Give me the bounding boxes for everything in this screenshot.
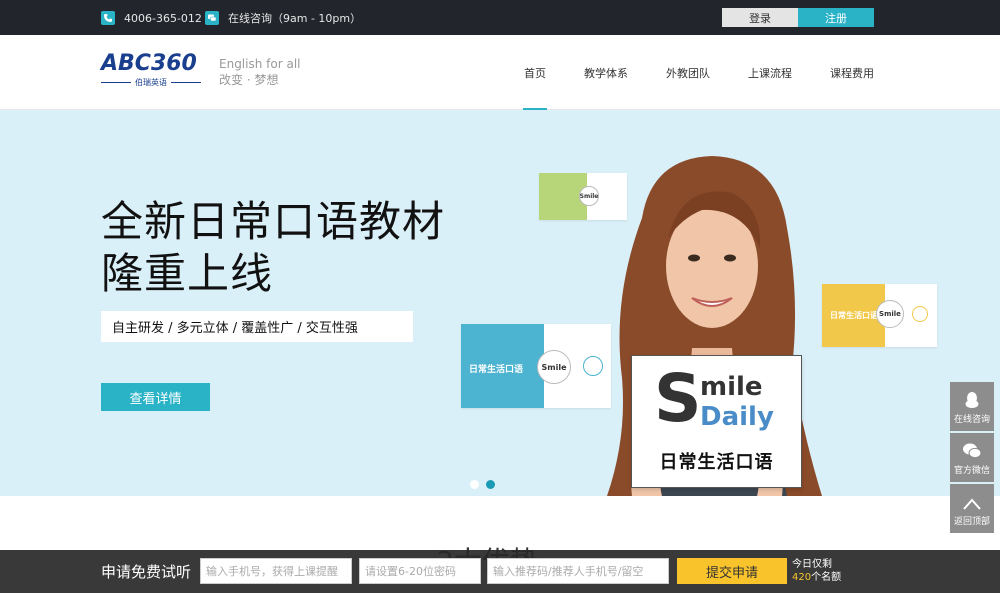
tagline: English for all 改变 · 梦想 [219, 56, 300, 88]
remaining-slots: 今日仅剩 420个名额 [792, 558, 841, 584]
banner-title: 全新日常口语教材 隆重上线 [101, 196, 445, 300]
book-card-title: 日常生活口语 [469, 365, 524, 375]
qq-penguin-icon [965, 392, 979, 408]
hero-banner[interactable]: 全新日常口语教材 隆重上线 自主研发 / 多元立体 / 覆盖性广 / 交互性强 … [0, 110, 1000, 496]
side-online-consult-button[interactable]: 在线咨询 [950, 382, 994, 431]
sign-daily: Daily [700, 402, 774, 432]
free-trial-title: 申请免费试听 [101, 563, 192, 581]
referral-input[interactable]: 输入推荐码/推荐人手机号/留空 [487, 558, 669, 584]
sign-mile: mile [700, 372, 763, 402]
online-consult-link[interactable]: 在线咨询（9am - 10pm） [205, 9, 361, 27]
login-button[interactable]: 登录 [722, 8, 798, 27]
chevron-up-icon [963, 498, 981, 510]
submit-application-button[interactable]: 提交申请 [677, 558, 787, 584]
phone-contact: 4006-365-012 [101, 9, 202, 27]
header: ABC360 伯瑞英语 English for all 改变 · 梦想 首页 教… [0, 35, 1000, 111]
logo[interactable]: ABC360 伯瑞英语 [101, 52, 201, 92]
banner-title-line1: 全新日常口语教材 [101, 197, 446, 246]
top-bar: 4006-365-012 在线咨询（9am - 10pm） 登录 注册 [0, 0, 1000, 35]
banner-title-line2: 隆重上线 [101, 249, 274, 298]
main-nav: 首页 教学体系 外教团队 上课流程 课程费用 [486, 35, 874, 111]
banner-features: 自主研发 / 多元立体 / 覆盖性广 / 交互性强 [101, 311, 413, 342]
side-top-label: 返回顶部 [953, 517, 990, 527]
side-online-label: 在线咨询 [953, 415, 990, 425]
view-details-button[interactable]: 查看详情 [101, 383, 210, 411]
logo-subtitle: 伯瑞英语 [101, 77, 201, 88]
side-back-to-top-button[interactable]: 返回顶部 [950, 484, 994, 533]
carousel-dots [470, 480, 502, 489]
side-wechat-button[interactable]: 官方微信 [950, 433, 994, 482]
carousel-dot-2[interactable] [486, 480, 495, 489]
remaining-count: 420 [792, 572, 812, 583]
nav-item-teachers[interactable]: 外教团队 [666, 35, 710, 110]
phone-input[interactable]: 输入手机号，获得上课提醒 [200, 558, 352, 584]
wechat-icon [963, 443, 982, 459]
side-wechat-label: 官方微信 [953, 466, 990, 476]
consult-label: 在线咨询（9am - 10pm） [228, 12, 362, 25]
free-trial-bar: 申请免费试听 输入手机号，获得上课提醒 请设置6-20位密码 输入推荐码/推荐人… [0, 550, 1000, 593]
logo-text: ABC360 [101, 51, 197, 76]
remaining-suffix: 个名额 [811, 572, 842, 583]
tagline-cn: 改变 · 梦想 [219, 73, 279, 87]
sign-chinese: 日常生活口语 [659, 452, 774, 473]
nav-item-pricing[interactable]: 课程费用 [830, 35, 874, 110]
nav-item-class-process[interactable]: 上课流程 [748, 35, 792, 110]
nav-item-teaching-system[interactable]: 教学体系 [584, 35, 628, 110]
page: 4006-365-012 在线咨询（9am - 10pm） 登录 注册 ABC3… [0, 0, 1000, 593]
smile-daily-sign: S mile Daily 日常生活口语 [631, 355, 802, 488]
carousel-dot-1[interactable] [470, 480, 479, 489]
tagline-en: English for all [219, 57, 301, 71]
remaining-prefix: 今日仅剩 [792, 559, 832, 570]
sign-letter-s: S [654, 360, 702, 437]
chat-icon [205, 11, 219, 25]
phone-number: 4006-365-012 [124, 11, 202, 25]
phone-icon [101, 11, 115, 25]
register-button[interactable]: 注册 [798, 8, 874, 27]
nav-item-home[interactable]: 首页 [523, 35, 547, 111]
password-input[interactable]: 请设置6-20位密码 [359, 558, 481, 584]
